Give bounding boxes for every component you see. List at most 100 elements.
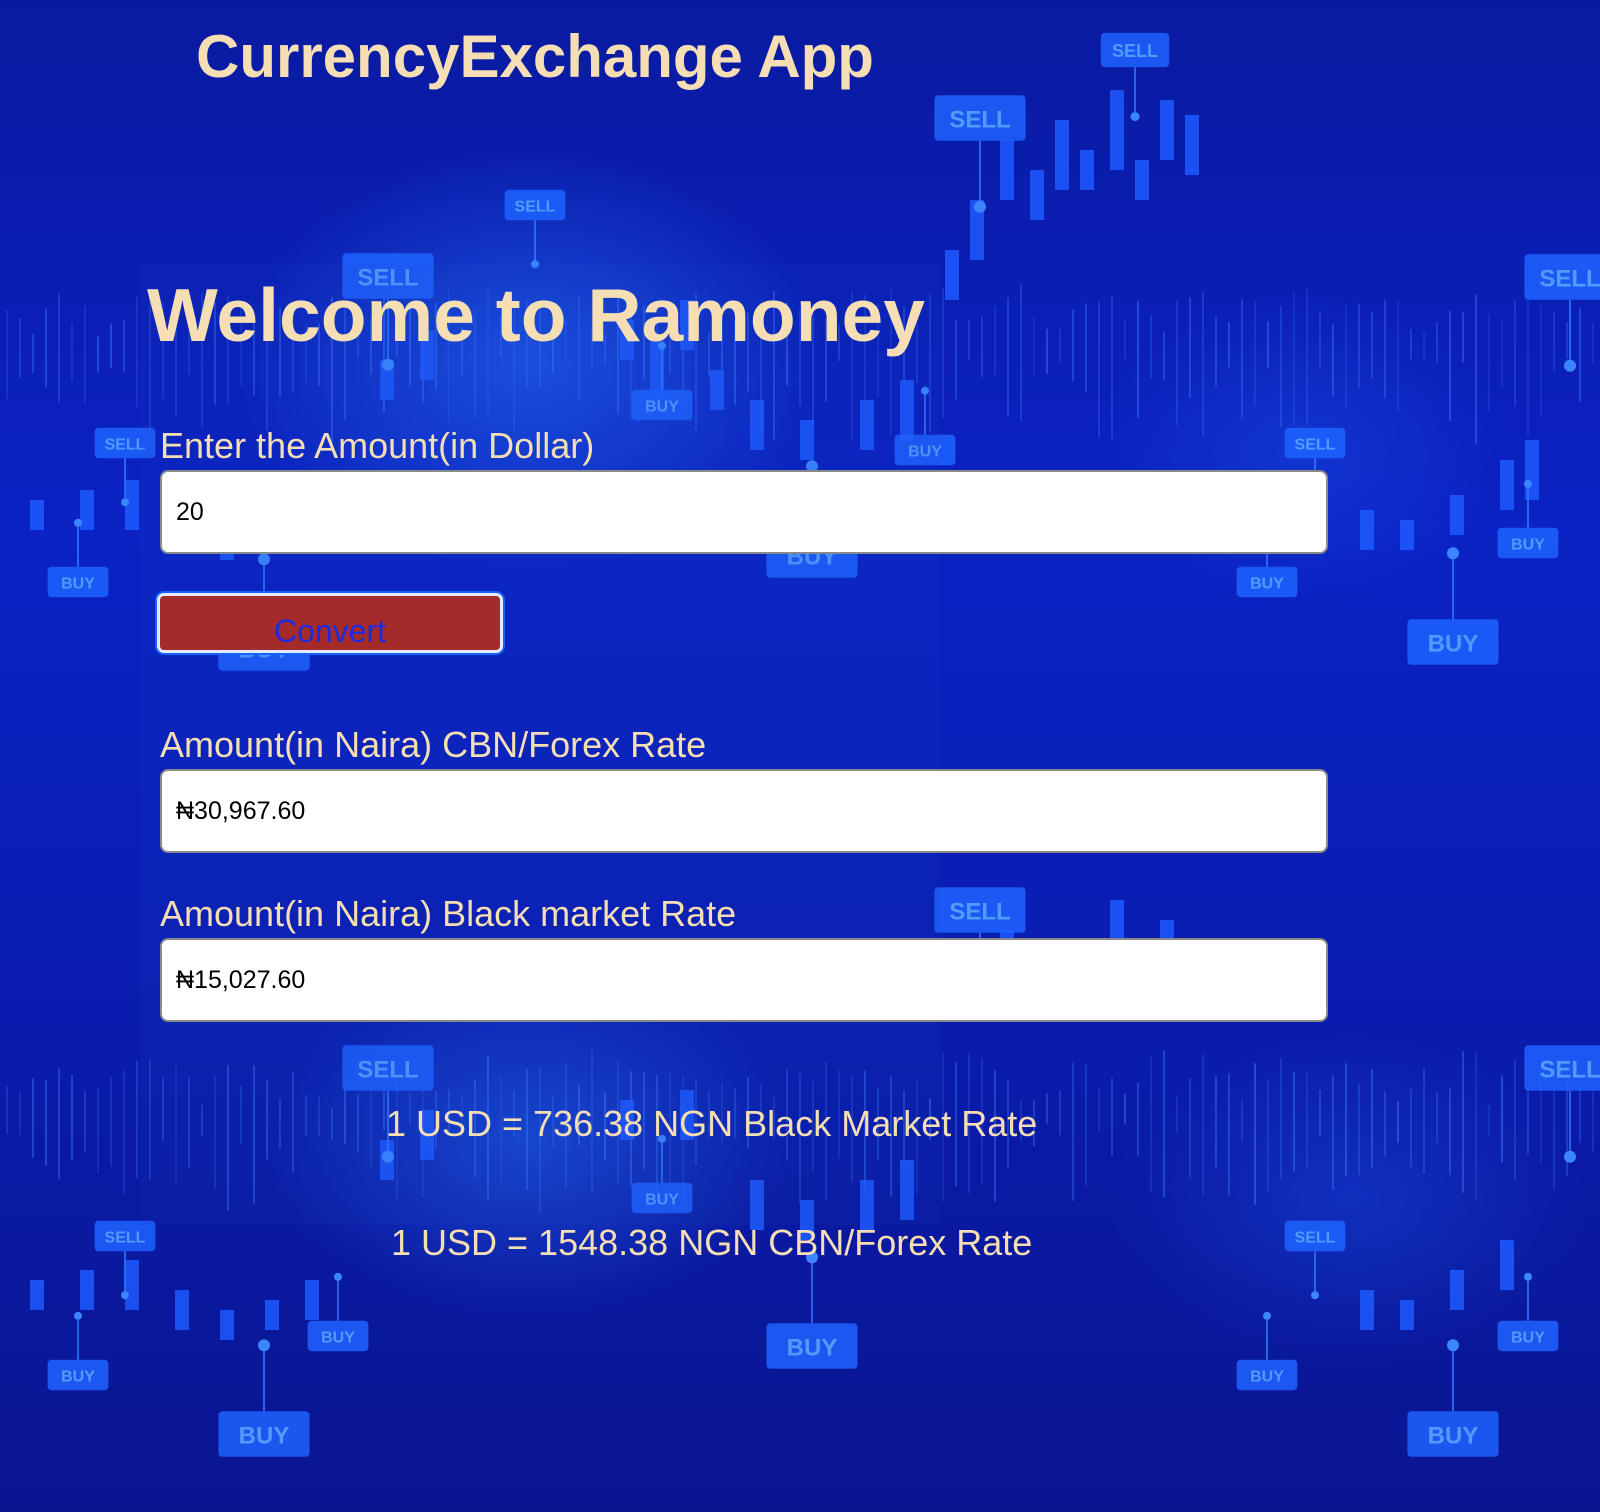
chart-volume-line	[942, 288, 944, 418]
chart-candle	[30, 500, 44, 530]
chart-volume-line	[1254, 1063, 1256, 1205]
chart-volume-line	[1410, 1089, 1412, 1168]
chart-tag-label: BUY	[1428, 631, 1479, 658]
chart-tag-label: BUY	[1250, 575, 1284, 592]
chart-volume-line	[955, 319, 957, 400]
chart-candle	[1400, 520, 1414, 550]
chart-volume-line	[1176, 1094, 1178, 1134]
chart-volume-line	[19, 1091, 21, 1135]
chart-volume-line	[1410, 329, 1412, 360]
chart-volume-line	[1267, 1079, 1269, 1191]
chart-volume-line	[1267, 321, 1269, 369]
chart-volume-line	[981, 317, 983, 378]
amount-input[interactable]	[160, 470, 1328, 554]
chart-volume-line	[1228, 322, 1230, 367]
chart-volume-line	[1540, 305, 1542, 417]
chart-volume-line	[1553, 311, 1555, 372]
chart-volume-line	[1085, 1064, 1087, 1187]
chart-volume-line	[1215, 316, 1217, 387]
chart-volume-line	[1423, 331, 1425, 363]
chart-tag-label: BUY	[321, 1329, 355, 1346]
chart-volume-line	[968, 319, 970, 360]
chart-volume-line	[1150, 314, 1152, 379]
chart-volume-line	[1280, 1058, 1282, 1179]
chart-tag-label: BUY	[1511, 536, 1545, 553]
chart-volume-line	[1059, 1090, 1061, 1136]
chart-volume-line	[1202, 291, 1204, 437]
chart-tag-label: BUY	[1428, 1423, 1479, 1450]
chart-volume-line	[1319, 310, 1321, 370]
chart-volume-line	[1423, 1068, 1425, 1174]
chart-volume-line	[1137, 300, 1139, 418]
chart-tag-dot	[1447, 547, 1459, 560]
welcome-heading: Welcome to Ramoney	[147, 273, 925, 357]
chart-candle	[1360, 510, 1374, 550]
chart-volume-line	[110, 323, 112, 368]
chart-volume-line	[1592, 1091, 1594, 1152]
chart-volume-line	[1241, 298, 1243, 419]
chart-volume-line	[1501, 318, 1503, 386]
chart-volume-line	[1319, 1089, 1321, 1137]
chart-volume-line	[1488, 1104, 1490, 1137]
chart-volume-line	[1098, 301, 1100, 438]
chart-volume-line	[1345, 304, 1347, 409]
chart-volume-line	[1059, 329, 1061, 363]
chart-volume-line	[1020, 283, 1022, 422]
chart-tag-label: BUY	[61, 1368, 95, 1385]
chart-volume-line	[1514, 300, 1516, 407]
chart-volume-line	[136, 296, 138, 408]
chart-candle	[265, 1300, 279, 1330]
chart-candle	[1055, 120, 1069, 190]
chart-volume-line	[1072, 309, 1074, 382]
black-market-amount-label: Amount(in Naira) Black market Rate	[160, 893, 737, 934]
black-market-amount-field[interactable]	[160, 938, 1328, 1022]
chart-tag-label: SELL	[1539, 266, 1600, 293]
chart-tag-dot	[1564, 1150, 1576, 1163]
chart-volume-line	[1163, 1050, 1165, 1198]
chart-volume-line	[1280, 306, 1282, 427]
chart-volume-line	[1189, 1078, 1191, 1178]
chart-candle	[1500, 460, 1514, 510]
chart-volume-line	[123, 1070, 125, 1195]
chart-volume-line	[1371, 311, 1373, 379]
chart-tag-dot	[1524, 479, 1532, 488]
chart-volume-line	[1215, 1076, 1217, 1168]
chart-volume-line	[1436, 321, 1438, 363]
chart-candle	[220, 1310, 234, 1340]
cbn-amount-field[interactable]	[160, 769, 1328, 853]
chart-volume-line	[1254, 301, 1256, 405]
chart-volume-line	[1150, 1057, 1152, 1193]
chart-tag-label: SELL	[1295, 436, 1336, 453]
cbn-amount-label: Amount(in Naira) CBN/Forex Rate	[160, 724, 707, 765]
chart-tag-dot	[334, 1272, 342, 1281]
chart-tag-dot	[121, 498, 129, 507]
chart-volume-line	[1345, 1063, 1347, 1177]
chart-tag-dot	[258, 1339, 270, 1352]
chart-volume-line	[1358, 303, 1360, 389]
chart-candle	[945, 250, 959, 300]
chart-volume-line	[123, 319, 125, 373]
chart-tag-label: SELL	[1295, 1229, 1336, 1246]
chart-volume-line	[1514, 1059, 1516, 1181]
chart-tag-dot	[1524, 1272, 1532, 1281]
chart-volume-line	[1137, 1082, 1139, 1156]
chart-tag-label: SELL	[515, 198, 556, 215]
chart-volume-line	[1449, 1088, 1451, 1176]
chart-volume-line	[110, 1077, 112, 1167]
chart-volume-line	[1527, 291, 1529, 436]
chart-volume-line	[1579, 1084, 1581, 1143]
chart-tag-label: BUY	[1250, 1368, 1284, 1385]
chart-tag-dot	[1564, 359, 1576, 372]
convert-button[interactable]: Convert	[157, 593, 503, 653]
chart-volume-line	[97, 1087, 99, 1173]
chart-tag-label: BUY	[61, 575, 95, 592]
chart-volume-line	[1046, 328, 1048, 374]
chart-volume-line	[1371, 1069, 1373, 1168]
chart-volume-line	[1189, 297, 1191, 398]
chart-candle	[1450, 1270, 1464, 1310]
chart-volume-line	[1358, 1084, 1360, 1175]
chart-volume-line	[1592, 322, 1594, 364]
chart-candle	[1135, 160, 1149, 200]
chart-candle	[1500, 1240, 1514, 1290]
chart-tag-label: BUY	[787, 1335, 838, 1362]
